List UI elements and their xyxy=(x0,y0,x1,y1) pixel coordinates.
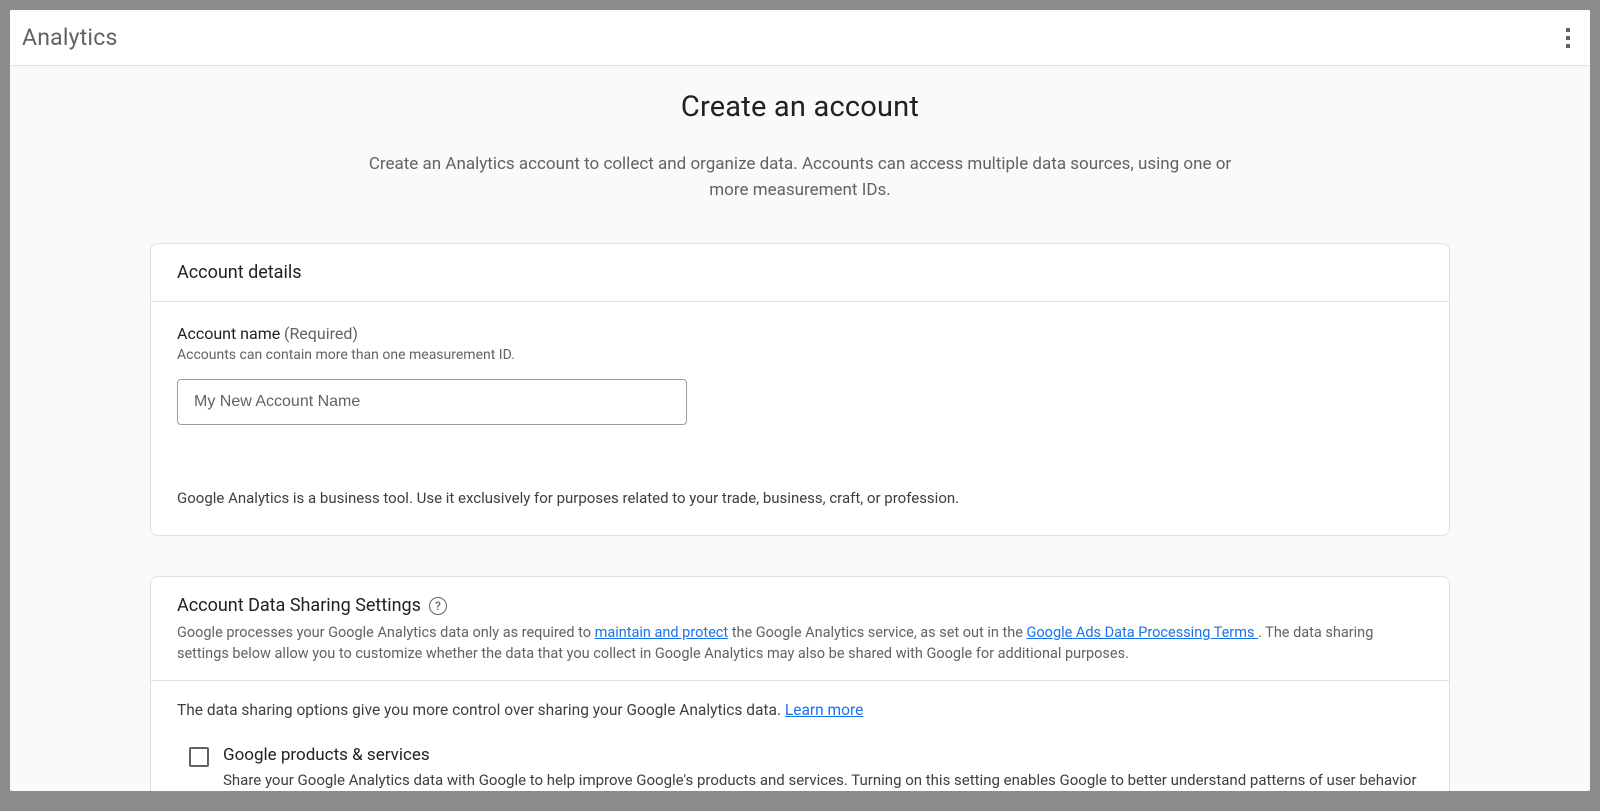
account-details-card-body: Account name (Required) Accounts can con… xyxy=(151,302,1449,535)
data-sharing-title: Account Data Sharing Settings xyxy=(177,595,421,616)
option-google-products-desc: Share your Google Analytics data with Go… xyxy=(223,769,1423,791)
data-sharing-card-body: The data sharing options give you more c… xyxy=(151,681,1449,791)
page-title: Create an account xyxy=(150,90,1450,124)
options-intro: The data sharing options give you more c… xyxy=(177,701,1423,719)
data-sharing-card-header: Account Data Sharing Settings ? Google p… xyxy=(151,577,1449,681)
account-name-label-row: Account name (Required) xyxy=(177,324,1423,343)
option-google-products: Google products & services Share your Go… xyxy=(177,745,1423,791)
data-sharing-card: Account Data Sharing Settings ? Google p… xyxy=(150,576,1450,791)
business-tool-note: Google Analytics is a business tool. Use… xyxy=(177,489,1423,507)
data-sharing-description: Google processes your Google Analytics d… xyxy=(177,622,1423,664)
ds-desc-mid: the Google Analytics service, as set out… xyxy=(728,624,1026,641)
learn-more-link[interactable]: Learn more xyxy=(785,701,863,719)
option-google-products-checkbox[interactable] xyxy=(189,747,209,767)
option-google-products-title: Google products & services xyxy=(223,745,1423,765)
account-name-help: Accounts can contain more than one measu… xyxy=(177,347,1423,363)
app-frame: Analytics Create an account Create an An… xyxy=(10,10,1590,791)
options-intro-text: The data sharing options give you more c… xyxy=(177,701,785,719)
account-details-card: Account details Account name (Required) … xyxy=(150,243,1450,536)
brand-title: Analytics xyxy=(22,24,118,51)
required-label: (Required) xyxy=(284,324,358,343)
maintain-and-protect-link[interactable]: maintain and protect xyxy=(595,624,729,641)
ds-desc-pre: Google processes your Google Analytics d… xyxy=(177,624,595,641)
page-content: Create an account Create an Analytics ac… xyxy=(10,66,1590,791)
account-details-card-title: Account details xyxy=(151,244,1449,302)
top-bar: Analytics xyxy=(10,10,1590,66)
page-subtitle: Create an Analytics account to collect a… xyxy=(360,152,1240,203)
help-icon[interactable]: ? xyxy=(429,597,447,615)
account-name-label: Account name xyxy=(177,324,280,343)
data-processing-terms-link[interactable]: Google Ads Data Processing Terms xyxy=(1027,624,1259,641)
more-menu-button[interactable] xyxy=(1558,20,1578,56)
account-name-input[interactable] xyxy=(177,379,687,425)
